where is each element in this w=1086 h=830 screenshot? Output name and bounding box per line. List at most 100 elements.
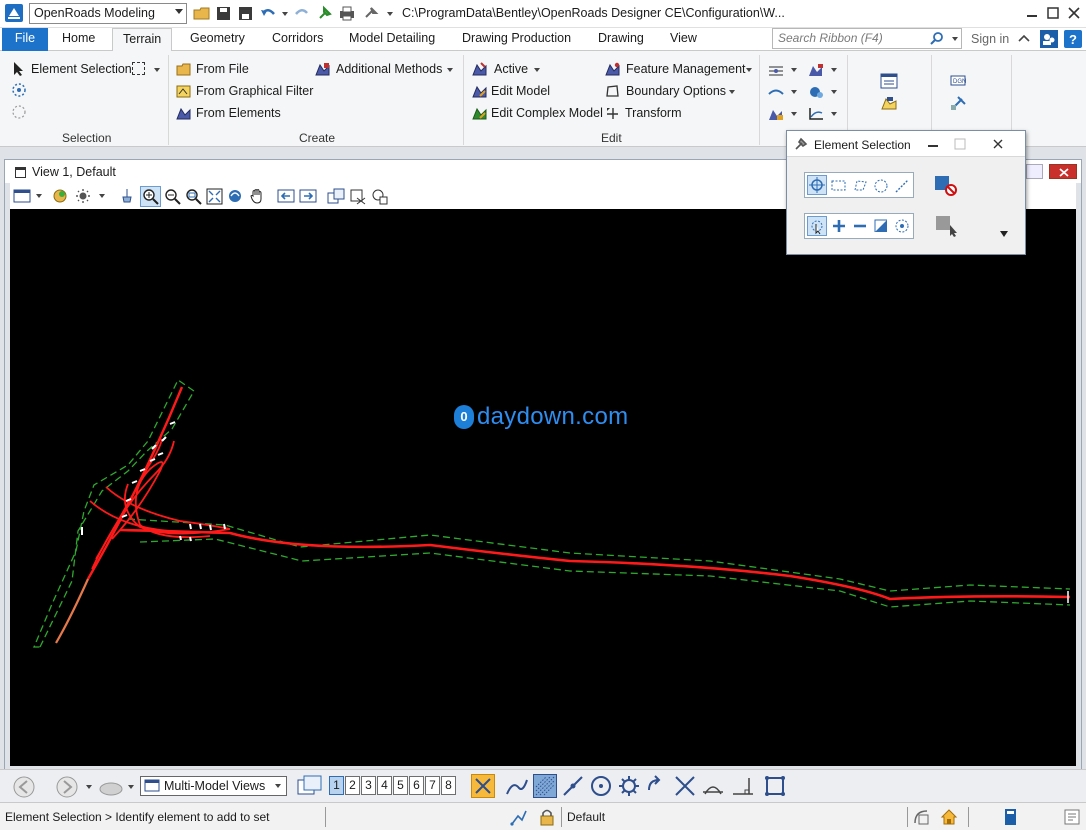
tab-corridors[interactable]: Corridors xyxy=(262,28,333,51)
select-all-icon[interactable] xyxy=(11,82,27,98)
drape-dropdown-icon[interactable] xyxy=(791,90,797,94)
view-groups-icon[interactable] xyxy=(297,775,323,797)
bisector-snap-icon[interactable] xyxy=(645,774,669,798)
snap-toggle-icon[interactable] xyxy=(471,774,495,798)
contours-dropdown-icon[interactable] xyxy=(791,68,797,72)
individual-method-icon[interactable] xyxy=(807,175,827,195)
tab-file[interactable]: File xyxy=(2,28,48,51)
clip-volume-icon[interactable] xyxy=(349,188,367,205)
dialog-expand-icon[interactable] xyxy=(999,230,1009,238)
view-1-canvas[interactable]: 0 daydown.com xyxy=(10,209,1076,766)
update-view-icon[interactable] xyxy=(119,188,135,204)
message-center-icon[interactable] xyxy=(1063,808,1081,826)
nearest-snap-icon[interactable] xyxy=(505,774,529,798)
lighting-icon[interactable] xyxy=(74,188,92,204)
select-all-mode-icon[interactable] xyxy=(894,218,910,234)
selection-mode-dropdown-icon[interactable] xyxy=(154,68,160,72)
dialog-maximize-icon[interactable] xyxy=(953,137,967,151)
view-toggle-5[interactable]: 5 xyxy=(393,776,408,795)
origin-snap-icon[interactable] xyxy=(617,774,641,798)
view-close-icon[interactable] xyxy=(1049,164,1077,179)
selection-tool-settings-icon[interactable] xyxy=(935,215,959,237)
view-toggle-8[interactable]: 8 xyxy=(441,776,456,795)
view-toggle-6[interactable]: 6 xyxy=(409,776,424,795)
tab-drawing[interactable]: Drawing xyxy=(588,28,654,51)
accudraw-icon[interactable] xyxy=(763,774,787,798)
sign-in-link[interactable]: Sign in xyxy=(971,32,1009,46)
active-level[interactable]: Default xyxy=(567,810,605,824)
forward-icon[interactable] xyxy=(55,775,79,799)
terrain-display-icon[interactable] xyxy=(808,63,824,77)
selection-mode-icon[interactable] xyxy=(132,62,145,75)
terrain-report-dropdown-icon[interactable] xyxy=(791,112,797,116)
open-folder-icon[interactable] xyxy=(193,5,211,22)
view-next-icon[interactable] xyxy=(299,188,317,204)
profile-icon[interactable] xyxy=(808,107,824,121)
fit-view-icon[interactable] xyxy=(206,188,223,205)
minimize-icon[interactable] xyxy=(1024,5,1040,21)
tangent-snap-icon[interactable] xyxy=(701,774,725,798)
keypoint-snap-icon[interactable] xyxy=(533,774,557,798)
model-icon[interactable] xyxy=(1002,808,1020,826)
dialog-titlebar[interactable]: Element Selection xyxy=(787,131,1025,157)
save-settings-icon[interactable] xyxy=(237,5,255,22)
window-area-icon[interactable] xyxy=(185,188,202,205)
view-toggle-3[interactable]: 3 xyxy=(361,776,376,795)
connect-icon[interactable] xyxy=(1040,30,1058,48)
block-method-icon[interactable] xyxy=(831,179,847,193)
workflow-dropdown[interactable]: OpenRoads Modeling xyxy=(29,3,187,24)
view-toggle-2[interactable]: 2 xyxy=(345,776,360,795)
new-mode-icon[interactable] xyxy=(807,216,827,236)
help-icon[interactable]: ? xyxy=(1064,30,1082,48)
clear-selection-icon[interactable] xyxy=(11,104,27,120)
element-selection-dialog[interactable]: Element Selection xyxy=(786,130,1026,255)
civil-tools-icon[interactable] xyxy=(949,95,967,111)
search-dropdown-icon[interactable] xyxy=(952,37,958,41)
terrain-report-icon[interactable] xyxy=(768,107,784,121)
design-file-icon[interactable]: DGN xyxy=(949,73,967,89)
clip-mask-icon[interactable] xyxy=(371,188,389,205)
save-icon[interactable] xyxy=(215,5,233,22)
view-group-dropdown[interactable]: Multi-Model Views xyxy=(140,776,287,796)
copy-view-icon[interactable] xyxy=(327,188,345,205)
view-previous-icon[interactable] xyxy=(277,188,295,204)
invert-mode-icon[interactable] xyxy=(873,218,889,234)
shape-method-icon[interactable] xyxy=(852,179,868,193)
add-mode-icon[interactable] xyxy=(831,218,847,234)
tab-view[interactable]: View xyxy=(660,28,707,51)
contours-icon[interactable] xyxy=(768,63,784,77)
intersection-snap-icon[interactable] xyxy=(673,774,697,798)
saved-views-dropdown-icon[interactable] xyxy=(128,785,134,789)
lighting-dropdown-icon[interactable] xyxy=(99,194,105,198)
explorer-icon[interactable] xyxy=(880,95,898,111)
saved-views-icon[interactable] xyxy=(98,777,124,797)
tab-drawing-production[interactable]: Drawing Production xyxy=(452,28,581,51)
dialog-close-icon[interactable] xyxy=(991,137,1005,151)
undo-dropdown-icon[interactable] xyxy=(282,12,288,16)
view-toggle-4[interactable]: 4 xyxy=(377,776,392,795)
dialog-minimize-icon[interactable] xyxy=(926,137,940,151)
view-toggle-1[interactable]: 1 xyxy=(329,776,344,795)
tab-home[interactable]: Home xyxy=(52,28,105,51)
drape-icon[interactable] xyxy=(768,85,784,99)
clear-selection-set-icon[interactable] xyxy=(934,175,958,197)
terrain-display-dropdown-icon[interactable] xyxy=(831,68,837,72)
redo-icon[interactable] xyxy=(293,5,311,22)
view-restore-icon[interactable] xyxy=(1026,164,1043,179)
circle-method-icon[interactable] xyxy=(873,178,889,194)
perpendicular-snap-icon[interactable] xyxy=(731,774,755,798)
pin-icon[interactable] xyxy=(316,5,334,22)
subtract-mode-icon[interactable] xyxy=(852,218,868,234)
rotate-view-icon[interactable] xyxy=(227,188,244,205)
collapse-ribbon-icon[interactable] xyxy=(1018,33,1030,43)
line-method-icon[interactable] xyxy=(894,178,910,194)
undo-icon[interactable] xyxy=(259,5,277,22)
pan-view-icon[interactable] xyxy=(249,187,266,205)
view-attributes-dropdown-icon[interactable] xyxy=(36,194,42,198)
back-icon[interactable] xyxy=(12,775,36,799)
app-icon[interactable] xyxy=(5,4,23,22)
print-icon[interactable] xyxy=(338,5,356,22)
search-icon[interactable] xyxy=(930,31,944,45)
maximize-icon[interactable] xyxy=(1045,5,1061,21)
tab-model-detailing[interactable]: Model Detailing xyxy=(339,28,445,51)
